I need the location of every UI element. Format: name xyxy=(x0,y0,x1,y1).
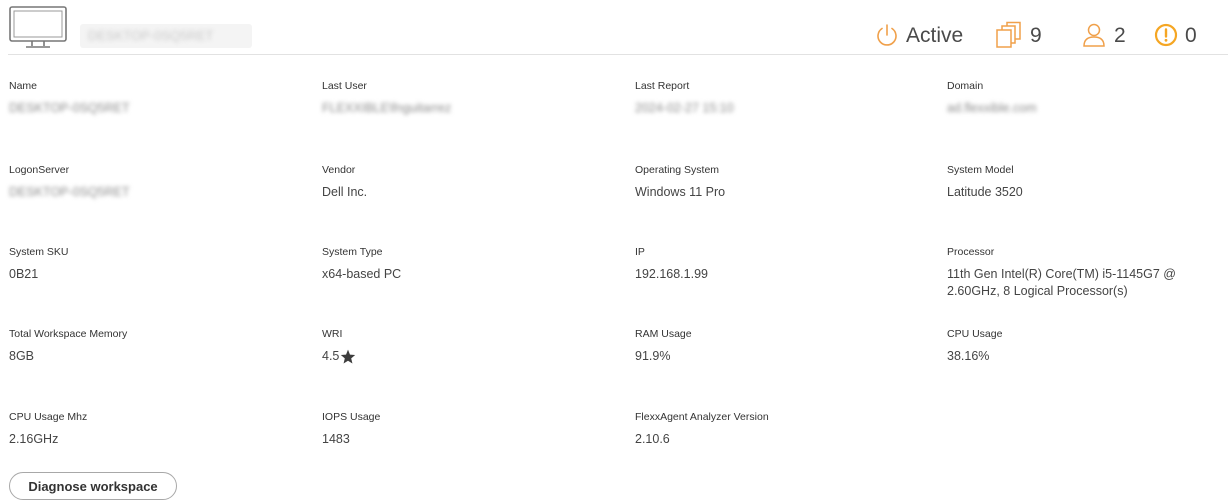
field-label: Processor xyxy=(947,246,995,258)
diagnose-workspace-button[interactable]: Diagnose workspace xyxy=(9,472,177,500)
alerts-count: 0 xyxy=(1185,23,1197,47)
field-value: DESKTOP-0SQ5RET xyxy=(9,101,130,115)
field-label: WRI xyxy=(322,328,343,340)
field-label: Last User xyxy=(322,80,367,92)
field-logon-server: LogonServer DESKTOP-0SQ5RET xyxy=(9,163,299,201)
field-cpu-usage-mhz: CPU Usage Mhz 2.16GHz xyxy=(9,410,299,448)
field-system-sku: System SKU 0B21 xyxy=(9,245,299,283)
field-label: RAM Usage xyxy=(635,328,692,340)
field-value: x64-based PC xyxy=(322,267,402,281)
field-value: 192.168.1.99 xyxy=(635,267,708,281)
field-value: 2024-02-27 15:10 xyxy=(635,101,734,115)
field-ip: IP 192.168.1.99 xyxy=(635,245,925,283)
field-system-model: System Model Latitude 3520 xyxy=(947,163,1228,201)
field-label: Vendor xyxy=(322,164,356,176)
field-total-workspace-memory: Total Workspace Memory 8GB xyxy=(9,327,299,365)
field-value: 91.9% xyxy=(635,349,671,363)
hostname: DESKTOP-0SQ5RET xyxy=(80,24,252,48)
field-system-type: System Type x64-based PC xyxy=(322,245,612,283)
field-label: System Type xyxy=(322,246,383,258)
field-processor: Processor 11th Gen Intel(R) Core(TM) i5-… xyxy=(947,245,1217,300)
field-value: Windows 11 Pro xyxy=(635,185,726,199)
field-cpu-usage: CPU Usage 38.16% xyxy=(947,327,1228,365)
field-name: Name DESKTOP-0SQ5RET xyxy=(9,79,299,117)
field-label: LogonServer xyxy=(9,164,70,176)
field-label: CPU Usage Mhz xyxy=(9,411,88,423)
field-last-report: Last Report 2024-02-27 15:10 xyxy=(635,79,925,117)
star-icon xyxy=(341,349,356,364)
field-ram-usage: RAM Usage 91.9% xyxy=(635,327,925,365)
users-count-badge[interactable]: 2 xyxy=(1081,19,1126,51)
field-label: Operating System xyxy=(635,164,720,176)
field-label: CPU Usage xyxy=(947,328,1003,340)
field-label: IOPS Usage xyxy=(322,411,381,423)
user-icon xyxy=(1083,23,1105,47)
field-label: Total Workspace Memory xyxy=(9,328,128,340)
field-domain: Domain ad.flexxible.com xyxy=(947,79,1228,117)
field-wri: WRI 4.5 xyxy=(322,327,612,365)
field-value: 11th Gen Intel(R) Core(TM) i5-1145G7 @ 2… xyxy=(947,267,1176,298)
field-value: 8GB xyxy=(9,349,35,363)
header-divider xyxy=(8,54,1228,55)
field-value: ad.flexxible.com xyxy=(947,101,1037,115)
field-value: 2.16GHz xyxy=(9,432,59,446)
sessions-count-badge[interactable]: 9 xyxy=(994,19,1042,51)
wri-value-row: 4.5 xyxy=(322,348,612,365)
field-label: Last Report xyxy=(635,80,690,92)
sessions-count: 9 xyxy=(1030,23,1042,47)
field-label: IP xyxy=(635,246,645,258)
power-icon xyxy=(877,24,897,46)
status-label: Active xyxy=(906,23,964,47)
field-value: 0B21 xyxy=(9,267,39,281)
field-label: System Model xyxy=(947,164,1014,176)
field-label: FlexxAgent Analyzer Version xyxy=(635,411,769,423)
field-label: Name xyxy=(9,80,38,92)
field-value: 2.10.6 xyxy=(635,432,670,446)
field-value: FLEXXIBLE\fnguitarrez xyxy=(322,101,452,115)
field-value: Dell Inc. xyxy=(322,185,368,199)
workspace-header: DESKTOP-0SQ5RET Active 9 2 0 xyxy=(0,0,1228,55)
field-value: 4.5 xyxy=(322,349,340,363)
field-label: System SKU xyxy=(9,246,69,258)
field-last-user: Last User FLEXXIBLE\fnguitarrez xyxy=(322,79,612,117)
field-value: 38.16% xyxy=(947,349,990,363)
sessions-stack-icon xyxy=(996,21,1021,48)
field-value: Latitude 3520 xyxy=(947,185,1023,199)
field-label: Domain xyxy=(947,80,984,92)
field-value: 1483 xyxy=(322,432,350,446)
field-agent-version: FlexxAgent Analyzer Version 2.10.6 xyxy=(635,410,925,448)
field-iops-usage: IOPS Usage 1483 xyxy=(322,410,612,448)
users-count: 2 xyxy=(1114,23,1126,47)
alert-circle-icon xyxy=(1154,23,1178,47)
field-operating-system: Operating System Windows 11 Pro xyxy=(635,163,925,201)
monitor-icon xyxy=(9,6,67,48)
field-value: DESKTOP-0SQ5RET xyxy=(9,185,130,199)
alerts-count-badge[interactable]: 0 xyxy=(1154,19,1197,51)
hostname-text: DESKTOP-0SQ5RET xyxy=(88,28,214,43)
status-active: Active xyxy=(876,19,963,51)
field-vendor: Vendor Dell Inc. xyxy=(322,163,612,201)
